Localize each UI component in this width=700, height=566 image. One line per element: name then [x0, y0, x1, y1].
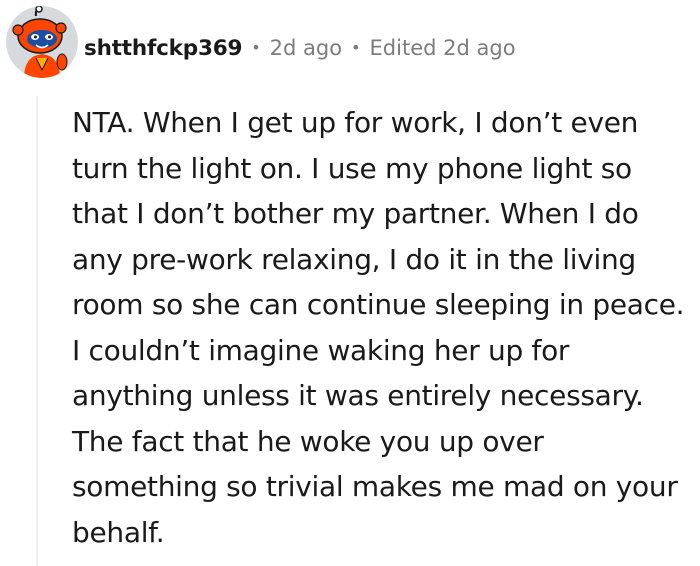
- comment-line: behalf.: [72, 515, 165, 549]
- comment-line: something so trivial makes me mad on you…: [72, 470, 678, 503]
- comment-line: that I don’t bother my partner. When I d…: [72, 197, 639, 230]
- avatar[interactable]: [6, 6, 78, 78]
- comment-line: any pre-work relaxing, I do it in the li…: [72, 242, 636, 276]
- comment-body: NTA. When I get up for work, I don’t eve…: [72, 100, 697, 555]
- comment-line: NTA. When I get up for work, I don’t eve…: [72, 106, 639, 139]
- comment-timestamp[interactable]: 2d ago: [270, 36, 342, 60]
- thread-collapse-line[interactable]: [36, 96, 38, 566]
- comment-line: room so she can continue sleeping in pea…: [72, 288, 685, 321]
- comment-line: The fact that he woke you up over: [72, 424, 544, 458]
- meta-separator: •: [351, 37, 361, 57]
- comment-line: anything unless it was entirely necessar…: [72, 379, 644, 412]
- edited-timestamp: Edited 2d ago: [369, 36, 516, 60]
- username-link[interactable]: shtthfckp369: [84, 36, 242, 61]
- reddit-snoo-avatar-icon: [6, 6, 78, 78]
- comment-line: I couldn’t imagine waking her up for: [72, 333, 570, 367]
- comment-line: turn the light on. I use my phone light …: [72, 151, 632, 185]
- meta-separator: •: [251, 37, 261, 57]
- comment-header: shtthfckp369 • 2d ago • Edited 2d ago: [84, 28, 516, 68]
- comment: shtthfckp369 • 2d ago • Edited 2d ago NT…: [0, 0, 700, 566]
